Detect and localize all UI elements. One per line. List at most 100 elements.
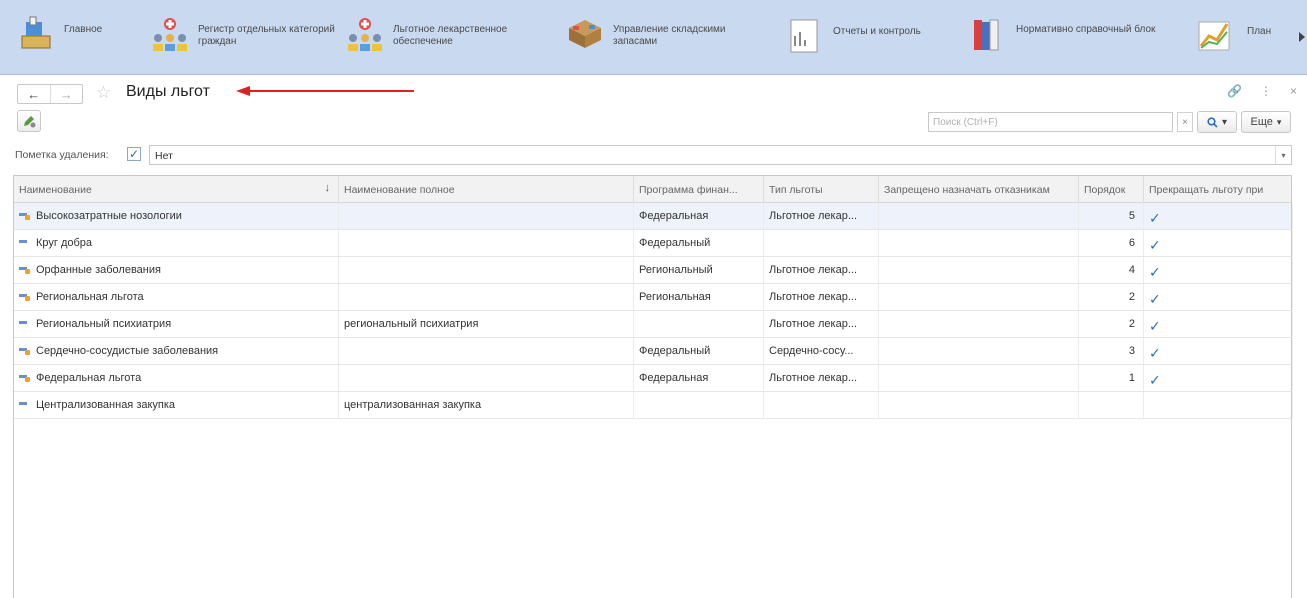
section-reports[interactable]: Отчеты и контроль	[785, 14, 973, 58]
checkmark-icon: ✓	[1149, 318, 1161, 334]
cell-text: 1	[1128, 372, 1135, 384]
cell-order: 3	[1079, 338, 1144, 364]
cell-text: Региональный психиатрия	[36, 318, 172, 330]
column-label: Наименование	[19, 184, 92, 196]
column-label: Программа финан...	[639, 184, 738, 196]
column-header-stop[interactable]: Прекращать льготу при	[1144, 176, 1293, 203]
cell-text: Льготное лекар...	[769, 210, 857, 222]
section-reference[interactable]: Нормативно справочный блок	[968, 14, 1156, 58]
table-header: Наименование ↓ Наименование полное Прогр…	[14, 176, 1291, 203]
cell-name: Региональный психиатрия	[14, 311, 339, 337]
chevron-down-icon[interactable]: ▾	[1275, 146, 1291, 164]
cell-forbid	[879, 284, 1079, 310]
table-row[interactable]: Региональная льгота Региональная Льготное …	[14, 284, 1293, 311]
cell-text: Федеральный	[639, 237, 711, 249]
column-header-name[interactable]: Наименование ↓	[14, 176, 339, 203]
forward-button[interactable]: →	[49, 85, 83, 103]
filter-checkbox[interactable]: ✓	[127, 147, 141, 161]
table-row[interactable]: Сердечно-сосудистые заболевания Федеральн…	[14, 338, 1293, 365]
back-button[interactable]: ←	[18, 85, 50, 103]
link-icon[interactable]: 🔗	[1227, 84, 1242, 98]
cell-program	[634, 311, 764, 337]
cell-order: 1	[1079, 365, 1144, 391]
favorite-star-icon[interactable]: ☆	[96, 84, 111, 102]
section-register[interactable]: Регистр отдельных категорий граждан	[150, 14, 338, 58]
cell-order: 2	[1079, 311, 1144, 337]
edit-button[interactable]	[17, 110, 41, 132]
column-header-full-name[interactable]: Наименование полное	[339, 176, 634, 203]
cell-name: Федеральная льгота	[14, 365, 339, 391]
cell-full: региональный психиатрия	[339, 311, 634, 337]
search-input[interactable]: Поиск (Ctrl+F)	[928, 112, 1173, 132]
checkmark-icon: ✓	[1149, 237, 1161, 253]
cell-text: Региональная	[639, 291, 711, 303]
table-row[interactable]: Региональный психиатрия региональный псих…	[14, 311, 1293, 338]
cell-text: 2	[1128, 318, 1135, 330]
item-group-icon	[19, 372, 31, 383]
column-header-order[interactable]: Порядок	[1079, 176, 1144, 203]
more-button[interactable]: Еще ▾	[1241, 111, 1291, 133]
cell-forbid	[879, 338, 1079, 364]
column-header-forbidden[interactable]: Запрещено назначать отказникам	[879, 176, 1079, 203]
table-row[interactable]: Федеральная льгота Федеральная Льготное ле…	[14, 365, 1293, 392]
search-button[interactable]: ▾	[1197, 111, 1237, 133]
boxes-icon	[569, 20, 601, 48]
section-lko[interactable]: Льготное лекарственное обеспечение	[345, 14, 533, 58]
cell-name: Централизованная закупка	[14, 392, 339, 418]
sort-down-icon: ↓	[324, 182, 331, 194]
cell-forbid	[879, 257, 1079, 283]
column-label: Прекращать льготу при	[1149, 184, 1264, 196]
checkmark-icon: ✓	[1149, 345, 1161, 361]
table-row[interactable]: Централизованная закупка централизованная…	[14, 392, 1293, 419]
section-label: Регистр отдельных категорий граждан	[198, 24, 335, 47]
table-row[interactable]: Высокозатратные нозологии Федеральная Льго…	[14, 203, 1293, 230]
filter-value-field[interactable]: Нет ▾	[149, 145, 1292, 165]
cell-forbid	[879, 311, 1079, 337]
item-group-icon	[19, 264, 31, 275]
form-header: ← → ☆ Виды льгот 🔗 ⋮ ×	[0, 76, 1307, 108]
cell-text: Федеральная	[639, 210, 709, 222]
item-icon	[19, 399, 31, 409]
scroll-right-icon[interactable]	[1299, 32, 1305, 42]
cell-order: 2	[1079, 284, 1144, 310]
cell-stop: ✓	[1144, 365, 1293, 391]
column-header-type[interactable]: Тип льготы	[764, 176, 879, 203]
cell-program: Федеральная	[634, 203, 764, 229]
people-icon	[153, 18, 187, 51]
cell-text: Федеральный	[639, 345, 711, 357]
column-label: Наименование полное	[344, 184, 455, 196]
cell-forbid	[879, 230, 1079, 256]
cell-text: 5	[1128, 210, 1135, 222]
close-icon[interactable]: ×	[1290, 84, 1297, 98]
cell-full: централизованная закупка	[339, 392, 634, 418]
home-icon	[21, 16, 51, 49]
cell-stop: ✓	[1144, 338, 1293, 364]
cell-text: региональный психиатрия	[344, 318, 479, 330]
cell-forbid	[879, 365, 1079, 391]
checkmark-icon: ✓	[1149, 372, 1161, 388]
section-warehouse[interactable]: Управление складскими запасами	[565, 14, 753, 58]
cell-text: 4	[1128, 264, 1135, 276]
search-clear-button[interactable]: ×	[1177, 112, 1193, 132]
cell-order	[1079, 392, 1144, 418]
table-row[interactable]: Круг добра Федеральный 6 ✓	[14, 230, 1293, 257]
cell-text: Льготное лекар...	[769, 372, 857, 384]
sections-panel: Главное Регистр отдельных категорий граж…	[0, 0, 1307, 75]
cell-program: Федеральный	[634, 230, 764, 256]
menu-dots-icon[interactable]: ⋮	[1260, 84, 1272, 98]
column-header-program[interactable]: Программа финан...	[634, 176, 764, 203]
column-label: Запрещено назначать отказникам	[884, 184, 1050, 196]
table-row[interactable]: Орфанные заболевания Региональный Льготное…	[14, 257, 1293, 284]
report-icon	[790, 19, 818, 53]
cell-text: 3	[1128, 345, 1135, 357]
search-icon	[1207, 116, 1218, 128]
section-plan[interactable]: План	[1195, 14, 1287, 58]
cell-text: 6	[1128, 237, 1135, 249]
cell-type: Льготное лекар...	[764, 257, 879, 283]
nav-buttons: ← →	[17, 84, 83, 104]
cell-full	[339, 338, 634, 364]
command-bar: Поиск (Ctrl+F) × ▾ Еще ▾	[0, 110, 1307, 136]
people-icon	[348, 18, 382, 51]
cell-text: Льготное лекар...	[769, 318, 857, 330]
search-placeholder: Поиск (Ctrl+F)	[933, 117, 998, 128]
